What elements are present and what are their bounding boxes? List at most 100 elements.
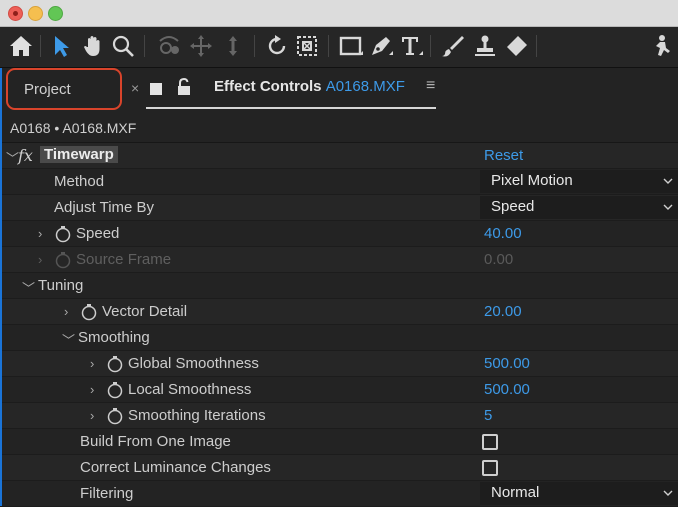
clone-stamp-tool-icon[interactable]	[472, 33, 498, 59]
effect-properties-list: ﹀ fx Timewarp Reset Method Pixel Motion …	[0, 143, 678, 507]
chevron-right-icon[interactable]: ›	[38, 226, 42, 241]
global-smoothness-value[interactable]: 500.00	[484, 355, 530, 372]
panel-color-swatch	[150, 83, 162, 95]
property-label: Build From One Image	[80, 433, 231, 450]
tab-effect-controls-clip: A0168.MXF	[325, 78, 405, 95]
toolbar-divider	[254, 35, 255, 57]
panel-tab-bar: Project × Effect Controls A0168.MXF ≡	[0, 68, 678, 112]
property-label: Method	[54, 173, 105, 190]
close-window-button[interactable]	[8, 6, 23, 21]
stopwatch-icon[interactable]	[106, 355, 124, 373]
property-row-speed: › Speed 40.00	[0, 221, 678, 247]
chevron-right-icon[interactable]: ›	[38, 252, 42, 267]
property-label: Local Smoothness	[128, 381, 252, 398]
property-row-global-smoothness: › Global Smoothness 500.00	[0, 351, 678, 377]
panel-menu-icon[interactable]: ≡	[426, 77, 435, 95]
chevron-right-icon[interactable]: ›	[90, 408, 94, 423]
chevron-right-icon[interactable]: ›	[90, 356, 94, 371]
adjust-time-by-dropdown[interactable]: Speed	[480, 196, 678, 219]
chevron-right-icon[interactable]: ›	[90, 382, 94, 397]
build-from-one-image-checkbox[interactable]	[482, 434, 498, 450]
correct-luminance-changes-checkbox[interactable]	[482, 460, 498, 476]
fx-toggle-icon[interactable]: fx	[18, 146, 33, 165]
stopwatch-icon[interactable]	[54, 225, 72, 243]
effect-name[interactable]: Timewarp	[40, 146, 118, 163]
chevron-down-icon[interactable]: ﹀	[22, 278, 35, 297]
property-row-local-smoothness: › Local Smoothness 500.00	[0, 377, 678, 403]
tab-effect-controls[interactable]: Effect Controls A0168.MXF	[214, 78, 405, 95]
toolbar-divider	[328, 35, 329, 57]
pen-tool-icon[interactable]	[368, 33, 394, 59]
home-icon[interactable]	[8, 33, 34, 59]
type-tool-icon[interactable]	[398, 33, 424, 59]
property-row-vector-detail: › Vector Detail 20.00	[0, 299, 678, 325]
minimize-window-button[interactable]	[28, 6, 43, 21]
zoom-window-button[interactable]	[48, 6, 63, 21]
brush-tool-icon[interactable]	[440, 33, 466, 59]
property-row-build-from-one-image: Build From One Image	[0, 429, 678, 455]
dropdown-value: Pixel Motion	[491, 172, 573, 189]
chevron-down-icon	[663, 490, 673, 496]
smoothing-iterations-value[interactable]: 5	[484, 407, 492, 424]
toolbar-divider	[144, 35, 145, 57]
chevron-right-icon[interactable]: ›	[64, 304, 68, 319]
panel-focus-border	[0, 68, 2, 506]
zoom-tool-icon[interactable]	[110, 33, 136, 59]
toolbar-divider	[536, 35, 537, 57]
source-frame-value: 0.00	[484, 251, 514, 268]
pan-camera-icon[interactable]	[188, 33, 214, 59]
property-label: Tuning	[38, 277, 84, 294]
chevron-down-icon	[663, 204, 673, 210]
chevron-down-icon	[663, 178, 673, 184]
chevron-down-icon[interactable]: ﹀	[62, 330, 75, 349]
dolly-camera-icon[interactable]	[220, 33, 246, 59]
tab-effect-controls-label: Effect Controls	[214, 78, 322, 95]
vector-detail-value[interactable]: 20.00	[484, 303, 522, 320]
property-label: Source Frame	[76, 251, 172, 268]
hand-tool-icon[interactable]	[80, 33, 106, 59]
lock-icon[interactable]	[174, 77, 194, 97]
property-group-tuning[interactable]: ﹀ Tuning	[0, 273, 678, 299]
window-titlebar	[0, 0, 678, 27]
tools-toolbar	[0, 27, 678, 68]
property-row-method: Method Pixel Motion	[0, 169, 678, 195]
property-label: Vector Detail	[102, 303, 188, 320]
property-row-filtering: Filtering Normal	[0, 481, 678, 507]
property-label: Adjust Time By	[54, 199, 155, 216]
stopwatch-icon[interactable]	[106, 381, 124, 399]
active-tab-indicator	[146, 107, 436, 109]
property-row-source-frame: › Source Frame 0.00	[0, 247, 678, 273]
method-dropdown[interactable]: Pixel Motion	[480, 170, 678, 193]
rotation-tool-icon[interactable]	[264, 33, 290, 59]
property-label: Global Smoothness	[128, 355, 259, 372]
local-smoothness-value[interactable]: 500.00	[484, 381, 530, 398]
dropdown-value: Speed	[491, 198, 535, 215]
eraser-tool-icon[interactable]	[504, 33, 530, 59]
property-row-correct-luminance-changes: Correct Luminance Changes	[0, 455, 678, 481]
breadcrumb: A0168 • A0168.MXF	[0, 114, 678, 143]
property-label: Smoothing	[78, 329, 150, 346]
property-row-smoothing-iterations: › Smoothing Iterations 5	[0, 403, 678, 429]
orbit-camera-icon[interactable]	[156, 33, 182, 59]
tab-project[interactable]: Project	[6, 68, 122, 110]
selection-tool-icon[interactable]	[48, 33, 74, 59]
stopwatch-icon[interactable]	[80, 303, 98, 321]
property-label: Correct Luminance Changes	[80, 459, 271, 476]
puppet-tool-icon[interactable]	[648, 33, 674, 59]
tab-project-label: Project	[24, 81, 71, 98]
rectangle-tool-icon[interactable]	[338, 33, 364, 59]
stopwatch-icon[interactable]	[106, 407, 124, 425]
property-group-smoothing[interactable]: ﹀ Smoothing	[0, 325, 678, 351]
pan-behind-tool-icon[interactable]	[294, 33, 320, 59]
speed-value[interactable]: 40.00	[484, 225, 522, 242]
close-tab-button[interactable]: ×	[131, 80, 139, 96]
reset-button[interactable]: Reset	[484, 147, 523, 164]
filtering-dropdown[interactable]: Normal	[480, 482, 678, 505]
property-label: Speed	[76, 225, 120, 242]
effect-header-row: ﹀ fx Timewarp Reset	[0, 143, 678, 169]
dropdown-value: Normal	[491, 484, 540, 501]
property-label: Filtering	[80, 485, 134, 502]
clip-path-label: A0168 • A0168.MXF	[10, 120, 137, 136]
stopwatch-icon	[55, 252, 71, 269]
toolbar-divider	[40, 35, 41, 57]
